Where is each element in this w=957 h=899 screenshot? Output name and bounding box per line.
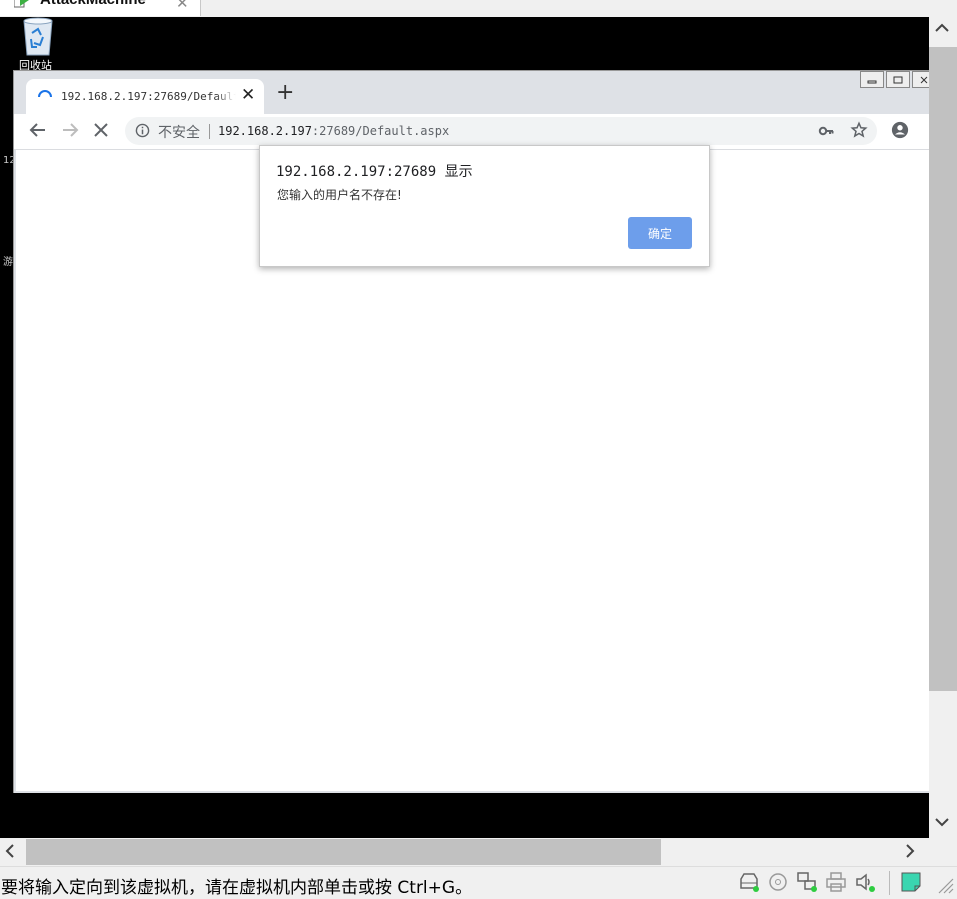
status-bar: 要将输入定向到该虚拟机，请在虚拟机内部单击或按 Ctrl+G。 xyxy=(0,866,957,899)
url-path: :27689/Default.aspx xyxy=(311,124,450,138)
info-icon[interactable] xyxy=(135,123,150,138)
maximize-icon[interactable] xyxy=(886,71,910,88)
network-adapter-icon[interactable] xyxy=(796,871,818,893)
back-arrow-icon[interactable] xyxy=(29,121,47,139)
scroll-up-icon[interactable] xyxy=(935,23,949,33)
alert-dialog: 192.168.2.197:27689 显示 您输入的用户名不存在! 确定 xyxy=(259,145,710,267)
message-log-icon[interactable] xyxy=(900,871,922,893)
browser-tab[interactable]: 192.168.2.197:27689/Default.aspx ✕ xyxy=(26,79,264,114)
tab-title: 192.168.2.197:27689/Default.aspx xyxy=(61,90,236,103)
forward-arrow-icon[interactable] xyxy=(61,121,79,139)
device-icons xyxy=(738,871,876,893)
vm-tab-strip: AttackMachine ✕ xyxy=(0,0,957,17)
vm-tab-title: AttackMachine xyxy=(40,0,146,8)
address-bar[interactable]: 不安全 192.168.2.197:27689/Default.aspx xyxy=(125,117,877,145)
window-controls xyxy=(860,71,938,88)
status-message: 要将输入定向到该虚拟机，请在虚拟机内部单击或按 Ctrl+G。 xyxy=(1,878,473,898)
scroll-right-icon[interactable] xyxy=(905,844,915,858)
scroll-left-icon[interactable] xyxy=(5,844,15,858)
url-text[interactable]: 192.168.2.197:27689/Default.aspx xyxy=(218,124,449,138)
sound-icon[interactable] xyxy=(854,871,876,893)
status-separator xyxy=(889,871,890,895)
dialog-title: 192.168.2.197:27689 显示 xyxy=(276,164,473,180)
account-icon[interactable] xyxy=(891,121,909,139)
recycle-bin-icon[interactable] xyxy=(16,17,60,57)
vertical-scrollbar[interactable] xyxy=(929,17,957,838)
horizontal-scroll-thumb[interactable] xyxy=(26,839,661,865)
vm-play-icon xyxy=(14,0,29,8)
loading-spinner-icon xyxy=(38,90,52,98)
dialog-message: 您输入的用户名不存在! xyxy=(277,188,402,202)
tab-close-icon[interactable]: ✕ xyxy=(241,87,255,104)
key-icon[interactable] xyxy=(818,123,834,139)
desktop-icon-label-partial: 游 xyxy=(3,257,13,268)
ok-button[interactable]: 确定 xyxy=(628,217,692,249)
resize-grip-icon[interactable] xyxy=(936,876,954,894)
omnibox-divider xyxy=(209,124,210,139)
hard-disk-icon[interactable] xyxy=(738,871,760,893)
scrollbar-corner xyxy=(929,838,957,866)
new-tab-button[interactable]: + xyxy=(276,82,294,104)
vertical-scroll-thumb[interactable] xyxy=(929,47,957,691)
stop-loading-icon[interactable] xyxy=(94,123,108,137)
url-host: 192.168.2.197 xyxy=(218,124,312,138)
not-secure-label[interactable]: 不安全 xyxy=(158,122,200,142)
vm-tab-close-icon[interactable]: ✕ xyxy=(176,0,189,12)
minimize-icon[interactable] xyxy=(860,71,884,88)
cd-rom-icon[interactable] xyxy=(767,871,789,893)
printer-icon[interactable] xyxy=(825,871,847,893)
bookmark-star-icon[interactable] xyxy=(850,121,868,139)
scroll-down-icon[interactable] xyxy=(935,817,949,827)
horizontal-scrollbar[interactable] xyxy=(0,838,929,866)
vm-tab[interactable]: AttackMachine ✕ xyxy=(0,0,201,16)
